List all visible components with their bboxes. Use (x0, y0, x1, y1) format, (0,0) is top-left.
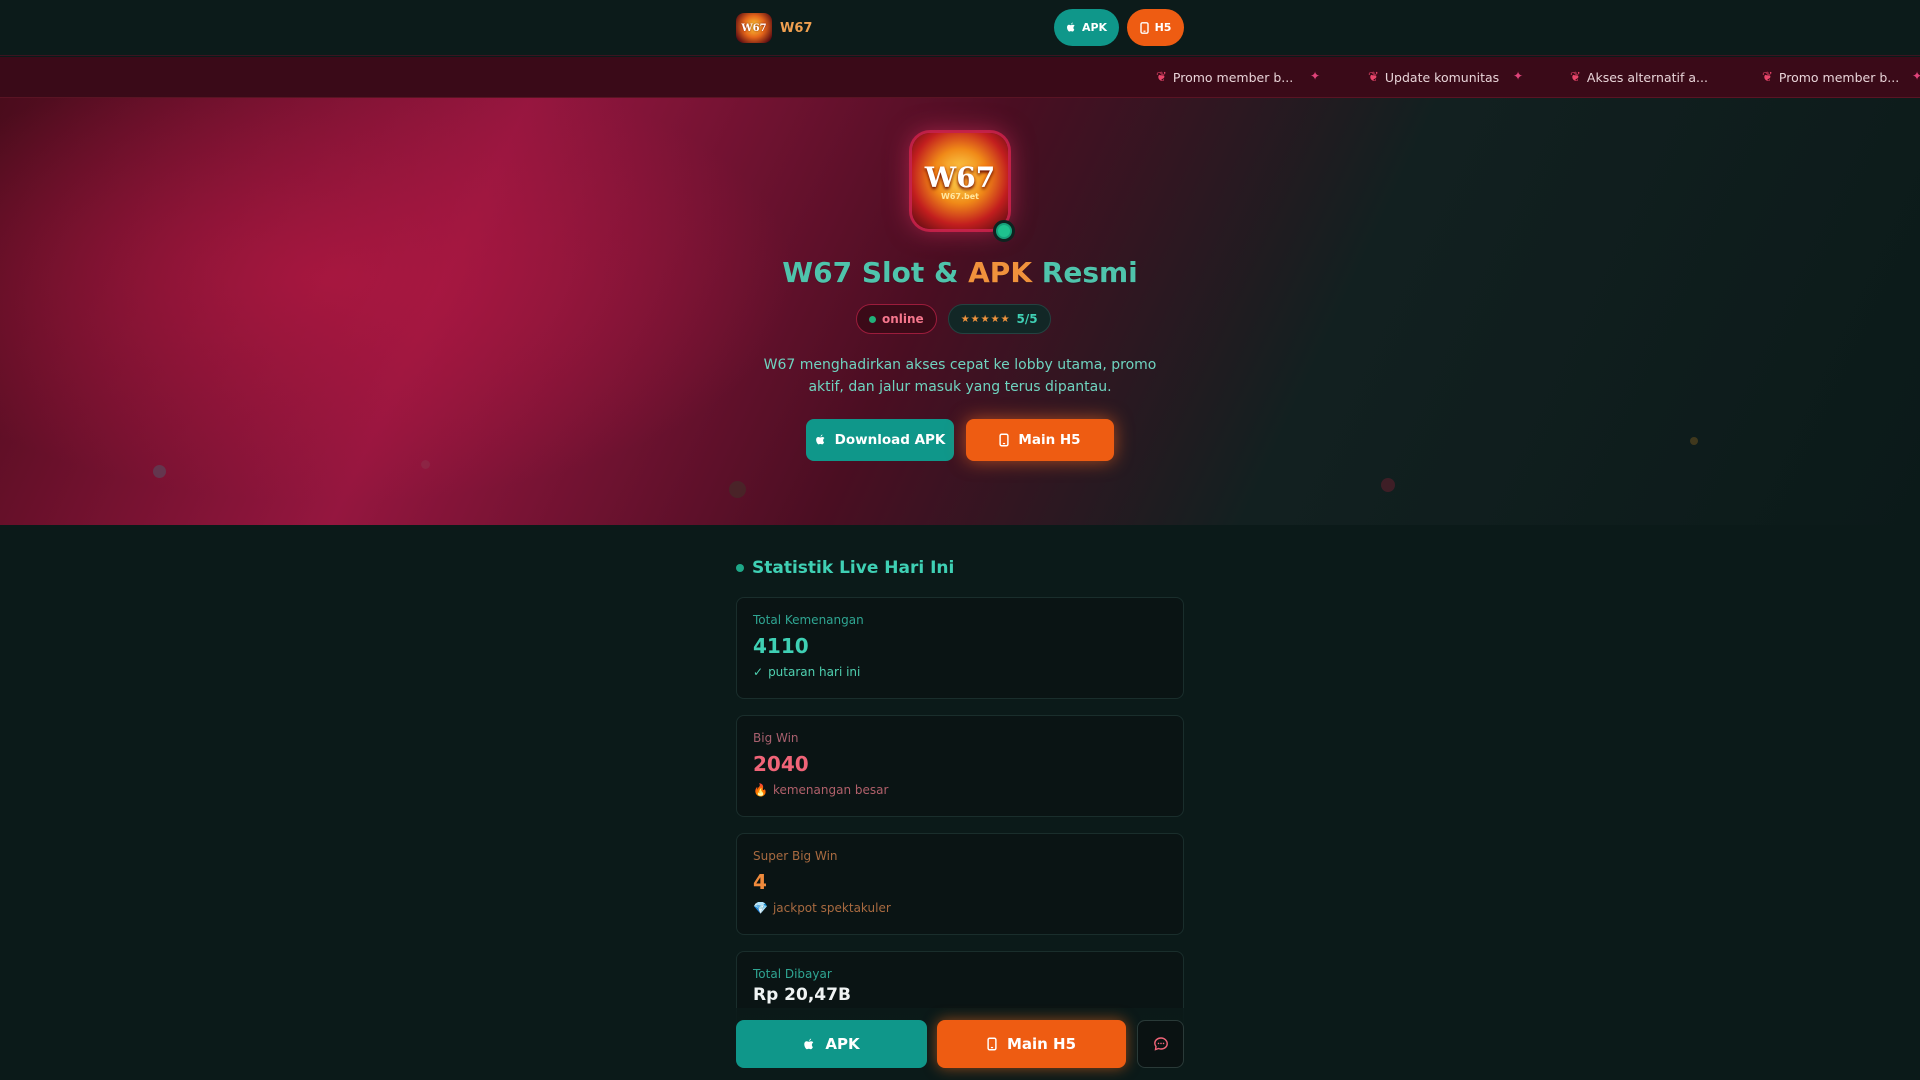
flower-icon: ❦ (1156, 70, 1167, 85)
status-pills: online ★★★★★ 5/5 (856, 304, 1051, 334)
phone-icon (987, 1037, 997, 1051)
stat-label: Total Dibayar (753, 967, 832, 981)
status-label: online (882, 312, 924, 326)
stat-label: Big Win (753, 731, 799, 745)
phone-icon (999, 433, 1010, 447)
hero-description: W67 menghadirkan akses cepat ke lobby ut… (763, 357, 1157, 395)
download-apk-label: Download APK (834, 432, 946, 448)
bottom-apk-button[interactable]: APK (736, 1020, 927, 1068)
stat-value: 4110 (753, 634, 809, 658)
stat-subtext: 💎 jackpot spektakuler (753, 901, 1167, 915)
decor-bubble (153, 465, 166, 478)
decor-bubble (729, 481, 746, 498)
decor-bubble (1690, 437, 1698, 445)
stat-value: 2040 (753, 752, 809, 776)
header-h5-label: H5 (1154, 21, 1172, 34)
diamond-icon: 💎 (753, 901, 768, 915)
decor-bubble (421, 460, 430, 469)
apple-icon (1066, 22, 1076, 33)
phone-icon (1139, 21, 1149, 34)
star-rating-icon: ★★★★★ (960, 313, 1011, 325)
ticker-item[interactable]: ❦ Promo member b... (1156, 70, 1293, 85)
main-h5-label: Main H5 (1018, 432, 1081, 448)
app-logo-text: W67 (924, 161, 996, 194)
flower-icon: ❦ (1368, 70, 1379, 85)
ticker-item[interactable]: ❦ Akses alternatif a... (1570, 70, 1708, 85)
bottom-action-bar: APK Main H5 (0, 1008, 1920, 1080)
stat-card-big-win: Big Win 2040 🔥 kemenangan besar (736, 715, 1184, 817)
title-accent: APK (968, 256, 1033, 289)
stat-label: Total Kemenangan (753, 613, 864, 627)
main-h5-button[interactable]: Main H5 (966, 419, 1114, 461)
ticker-item[interactable]: ❦ Promo member b... (1762, 70, 1899, 85)
live-dot-icon (736, 564, 744, 572)
stat-label: Super Big Win (753, 849, 838, 863)
stat-subtext-label: jackpot spektakuler (772, 901, 891, 915)
flower-icon: ❦ (1762, 70, 1773, 85)
bottom-main-h5-label: Main H5 (1006, 1035, 1077, 1053)
stat-subtext: 🔥 kemenangan besar (753, 783, 1167, 797)
ticker-item-text: Akses alternatif a... (1586, 70, 1708, 85)
app-logo: W67 W67.bet (912, 133, 1008, 229)
apple-icon (815, 434, 826, 446)
sparkle-icon: ✦ (1513, 69, 1524, 83)
status-dot-icon (869, 315, 876, 323)
rating-value: 5/5 (1016, 312, 1038, 326)
online-indicator (993, 220, 1015, 242)
page-title: W67 Slot & APK Resmi (0, 256, 1920, 289)
bottom-main-h5-button[interactable]: Main H5 (937, 1020, 1126, 1068)
app-logo-subtext: W67.bet (941, 192, 979, 201)
chat-bubble-icon (1153, 1036, 1169, 1052)
announcement-ticker: ❦ Promo member b... ✦ ❦ Update komunitas… (0, 57, 1920, 98)
title-part: W67 Slot & (782, 256, 969, 289)
stat-value: Rp 20,47B (753, 985, 851, 1005)
title-part: Resmi (1032, 256, 1138, 289)
stat-subtext: ✓ putaran hari ini (753, 665, 1167, 679)
stats-heading: Statistik Live Hari Ini (736, 558, 954, 578)
stat-card-super-big-win: Super Big Win 4 💎 jackpot spektakuler (736, 833, 1184, 935)
brand-name: W67 (780, 20, 813, 36)
ticker-item-text: Promo member b... (1778, 70, 1900, 85)
download-apk-button[interactable]: Download APK (806, 419, 954, 461)
top-header: W67 W67 APK H5 (0, 0, 1920, 56)
flower-icon: ❦ (1570, 70, 1581, 85)
sparkle-icon: ✦ (1310, 69, 1321, 83)
brand-logo: W67 (736, 13, 772, 43)
stat-card-total-wins: Total Kemenangan 4110 ✓ putaran hari ini (736, 597, 1184, 699)
bottom-apk-label: APK (825, 1035, 860, 1053)
chat-button[interactable] (1137, 1020, 1184, 1068)
stat-value: 4 (753, 870, 767, 894)
ticker-item[interactable]: ❦ Update komunitas (1368, 70, 1499, 85)
status-badge: online (856, 304, 937, 334)
sparkle-icon: ✦ (1912, 69, 1920, 83)
rating-badge: ★★★★★ 5/5 (947, 304, 1051, 334)
header-apk-button[interactable]: APK (1054, 9, 1119, 46)
stat-subtext-label: putaran hari ini (768, 665, 861, 679)
header-h5-button[interactable]: H5 (1127, 9, 1184, 46)
stats-heading-text: Statistik Live Hari Ini (752, 558, 955, 578)
apple-icon (803, 1038, 815, 1051)
ticker-item-text: Update komunitas (1384, 70, 1500, 85)
ticker-item-text: Promo member b... (1172, 70, 1294, 85)
header-apk-label: APK (1081, 21, 1108, 34)
fire-icon: 🔥 (753, 783, 768, 797)
check-icon: ✓ (753, 665, 764, 679)
stat-subtext-label: kemenangan besar (772, 783, 889, 797)
decor-bubble (1381, 478, 1395, 492)
brand[interactable]: W67 W67 (736, 13, 812, 43)
